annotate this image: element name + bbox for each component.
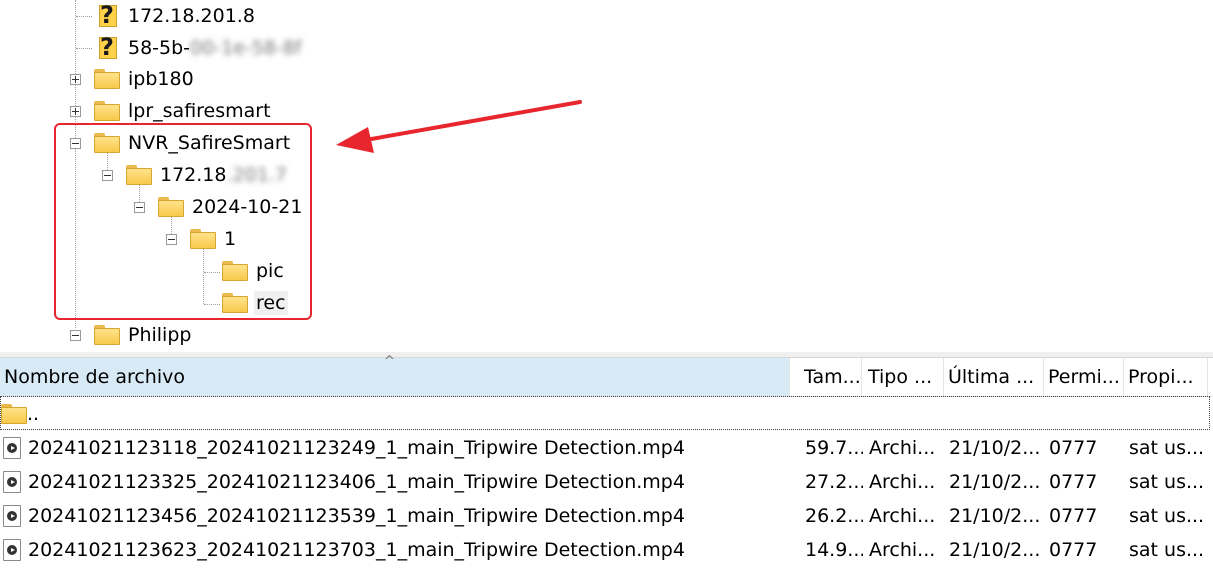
- tree-line: [76, 16, 92, 17]
- file-permissions: 0777: [1049, 471, 1098, 493]
- remote-file-list: Nombre de archivo ^ Tam... Tipo ... Últi…: [0, 354, 1213, 580]
- column-header-permissions[interactable]: Permi...: [1044, 358, 1124, 396]
- file-type: Archi...: [869, 437, 936, 459]
- tree-item-philipp[interactable]: Philipp: [94, 320, 193, 350]
- folder-icon: [1, 397, 27, 431]
- file-owner: sat us...: [1129, 437, 1205, 459]
- tree-item-lpr-safiresmart[interactable]: lpr_safiresmart: [94, 96, 273, 126]
- tree-item-label: ipb180: [128, 68, 194, 90]
- file-modified: 21/10/2...: [949, 539, 1041, 561]
- file-name: 20241021123623_20241021123703_1_main_Tri…: [28, 539, 685, 561]
- column-header-modified[interactable]: Última ...: [944, 358, 1044, 396]
- tree-item-label: Philipp: [128, 324, 192, 346]
- file-permissions: 0777: [1049, 505, 1098, 527]
- tree-item-label: lpr_safiresmart: [128, 100, 271, 122]
- question-icon: ?: [94, 33, 120, 61]
- folder-icon: [94, 69, 120, 89]
- parent-directory-row[interactable]: ..: [0, 396, 1210, 430]
- file-size: 27.2...: [805, 471, 863, 493]
- file-type: Archi...: [869, 505, 936, 527]
- file-name: 20241021123325_20241021123406_1_main_Tri…: [28, 471, 685, 493]
- column-header-owner[interactable]: Propi...: [1124, 358, 1208, 396]
- tree-item-host-ip[interactable]: ? 172.18.201.8: [94, 1, 257, 31]
- tree-item-ipb180[interactable]: ipb180: [94, 64, 196, 94]
- remote-directory-tree: ? 172.18.201.8 ? 58-5b-00-1e-58-8f ipb18…: [0, 0, 1213, 352]
- tree-line: [76, 48, 92, 49]
- file-name: 20241021123118_20241021123249_1_main_Tri…: [28, 437, 685, 459]
- file-modified: 21/10/2...: [949, 471, 1041, 493]
- folder-icon: [94, 101, 120, 121]
- file-modified: 21/10/2...: [949, 505, 1041, 527]
- file-row[interactable]: 20241021123456_20241021123539_1_main_Tri…: [0, 499, 1213, 533]
- tree-item-label: 58-5b-00-1e-58-8f: [128, 37, 302, 59]
- column-header-size[interactable]: Tam...: [800, 358, 862, 396]
- column-label: Última ...: [948, 366, 1035, 388]
- tree-item-mac[interactable]: ? 58-5b-00-1e-58-8f: [94, 33, 304, 63]
- file-modified: 21/10/2...: [949, 437, 1041, 459]
- file-name: 20241021123456_20241021123539_1_main_Tri…: [28, 505, 685, 527]
- column-header-filename[interactable]: Nombre de archivo: [0, 358, 790, 396]
- column-label: Propi...: [1128, 366, 1194, 388]
- file-type: Archi...: [869, 471, 936, 493]
- video-file-icon: [3, 471, 21, 493]
- sort-ascending-icon: ^: [384, 354, 395, 369]
- file-row[interactable]: 20241021123118_20241021123249_1_main_Tri…: [0, 431, 1213, 465]
- expand-ipb180-button[interactable]: [70, 74, 81, 85]
- folder-icon: [94, 325, 120, 345]
- column-label: Tipo ...: [868, 366, 933, 388]
- video-file-icon: [3, 505, 21, 527]
- file-owner: sat us...: [1129, 539, 1205, 561]
- tree-item-label: 172.18.201.8: [128, 5, 255, 27]
- column-header-type[interactable]: Tipo ...: [864, 358, 944, 396]
- expand-lpr-safiresmart-button[interactable]: [70, 106, 81, 117]
- collapse-philipp-button[interactable]: [70, 330, 81, 341]
- question-icon: ?: [94, 1, 120, 29]
- file-row[interactable]: 20241021123623_20241021123703_1_main_Tri…: [0, 533, 1213, 567]
- video-file-icon: [3, 437, 21, 459]
- file-permissions: 0777: [1049, 437, 1098, 459]
- blurred-text: 00-1e-58-8f: [190, 37, 302, 59]
- file-permissions: 0777: [1049, 539, 1098, 561]
- video-file-icon: [3, 539, 21, 561]
- file-list-header: Nombre de archivo ^ Tam... Tipo ... Últi…: [0, 354, 1213, 397]
- highlight-box: [54, 123, 312, 320]
- file-owner: sat us...: [1129, 505, 1205, 527]
- file-owner: sat us...: [1129, 471, 1205, 493]
- file-size: 59.7...: [805, 437, 863, 459]
- file-size: 26.2...: [805, 505, 863, 527]
- column-label: Nombre de archivo: [4, 366, 185, 388]
- parent-directory-label: ..: [27, 403, 40, 425]
- annotation-arrow-icon: [336, 100, 582, 153]
- file-row[interactable]: 20241021123325_20241021123406_1_main_Tri…: [0, 465, 1213, 499]
- file-size: 14.9...: [805, 539, 863, 561]
- column-label: Permi...: [1048, 366, 1120, 388]
- column-label: Tam...: [804, 366, 861, 388]
- file-type: Archi...: [869, 539, 936, 561]
